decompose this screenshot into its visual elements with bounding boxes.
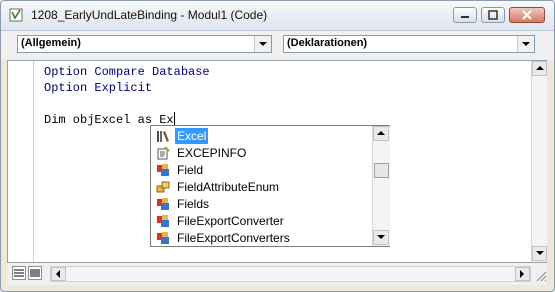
class-icon <box>157 214 169 227</box>
scroll-right-button[interactable] <box>515 267 530 281</box>
autocomplete-item-label: FileExportConverter <box>177 213 284 228</box>
type-icon <box>157 145 170 159</box>
autocomplete-list[interactable]: Excel EXCEPINFO Field FieldAttributeEnum <box>150 125 390 247</box>
object-combo-value: (Allgemein) <box>21 37 81 49</box>
autocomplete-item-excel[interactable]: Excel <box>152 127 372 144</box>
full-module-view-icon <box>30 269 40 277</box>
horizontal-scrollbar[interactable] <box>50 266 531 282</box>
procedure-view-button[interactable] <box>12 266 26 280</box>
library-icon <box>157 130 169 142</box>
code-window: 1208_EarlyUndLateBinding - Modul1 (Code)… <box>0 0 555 292</box>
arrow-down-icon <box>535 251 544 255</box>
autocomplete-item-fileexportconverters[interactable]: FileExportConverters <box>152 229 372 246</box>
code-text[interactable]: Option Compare Database Option Explicit … <box>44 64 210 128</box>
autocomplete-item-label: EXCEPINFO <box>177 145 247 160</box>
arrow-left-icon <box>56 270 60 278</box>
chevron-down-icon <box>259 42 267 46</box>
procedure-combo-arrow[interactable] <box>517 36 534 52</box>
text-cursor <box>173 112 175 125</box>
scroll-down-button[interactable] <box>532 246 547 261</box>
autocomplete-item-field[interactable]: Field <box>152 161 372 178</box>
scroll-up-button[interactable] <box>532 61 547 76</box>
class-icon <box>157 163 169 176</box>
autocomplete-item-fieldattributeenum[interactable]: FieldAttributeEnum <box>152 178 372 195</box>
object-combo-arrow[interactable] <box>254 36 271 52</box>
scroll-left-button[interactable] <box>51 267 66 281</box>
bottom-bar <box>7 263 547 285</box>
autocomplete-item-label: FieldAttributeEnum <box>177 179 280 194</box>
autocomplete-item-label: Excel <box>175 127 209 144</box>
autocomplete-item-fileexportconverter[interactable]: FileExportConverter <box>152 212 372 229</box>
window-title: 1208_EarlyUndLateBinding - Modul1 (Code) <box>31 8 268 22</box>
autocomplete-scroll-thumb[interactable] <box>374 163 389 178</box>
arrow-right-icon <box>520 270 524 278</box>
autocomplete-scroll-down-button[interactable] <box>373 230 389 245</box>
combo-toolbar: (Allgemein) (Deklarationen) <box>1 31 554 60</box>
minimize-icon <box>461 16 469 18</box>
procedure-combo-value: (Deklarationen) <box>287 37 368 49</box>
chevron-down-icon <box>522 42 530 46</box>
object-combo[interactable]: (Allgemein) <box>17 35 272 53</box>
code-line-1: Option Compare Database <box>44 65 210 79</box>
vba-module-icon <box>9 8 23 22</box>
autocomplete-scrollbar[interactable] <box>372 126 390 246</box>
full-module-view-button[interactable] <box>28 266 42 280</box>
maximize-button[interactable] <box>481 7 505 23</box>
procedure-view-icon <box>14 269 24 277</box>
margin-indicator-bar[interactable] <box>8 61 34 262</box>
autocomplete-item-label: FileExportConverters <box>177 230 290 245</box>
autocomplete-item-excepinfo[interactable]: EXCEPINFO <box>152 144 372 161</box>
minimize-button[interactable] <box>453 7 477 23</box>
close-icon <box>522 10 532 20</box>
arrow-up-icon <box>377 131 385 135</box>
maximize-icon <box>488 10 498 20</box>
close-button[interactable] <box>509 7 545 23</box>
enum-icon <box>156 181 170 192</box>
procedure-combo[interactable]: (Deklarationen) <box>283 35 535 53</box>
autocomplete-item-fields[interactable]: Fields <box>152 195 372 212</box>
autocomplete-item-label: Field <box>177 162 204 177</box>
resize-grip-icon[interactable] <box>534 266 547 282</box>
arrow-down-icon <box>377 235 385 239</box>
code-line-2: Option Explicit <box>44 81 153 95</box>
arrow-up-icon <box>535 66 544 70</box>
autocomplete-item-label: Fields <box>177 196 210 211</box>
autocomplete-scroll-up-button[interactable] <box>373 126 389 141</box>
class-icon <box>157 231 169 244</box>
title-bar[interactable]: 1208_EarlyUndLateBinding - Modul1 (Code) <box>1 1 554 31</box>
vertical-scrollbar[interactable] <box>531 61 547 262</box>
class-icon <box>157 197 169 210</box>
